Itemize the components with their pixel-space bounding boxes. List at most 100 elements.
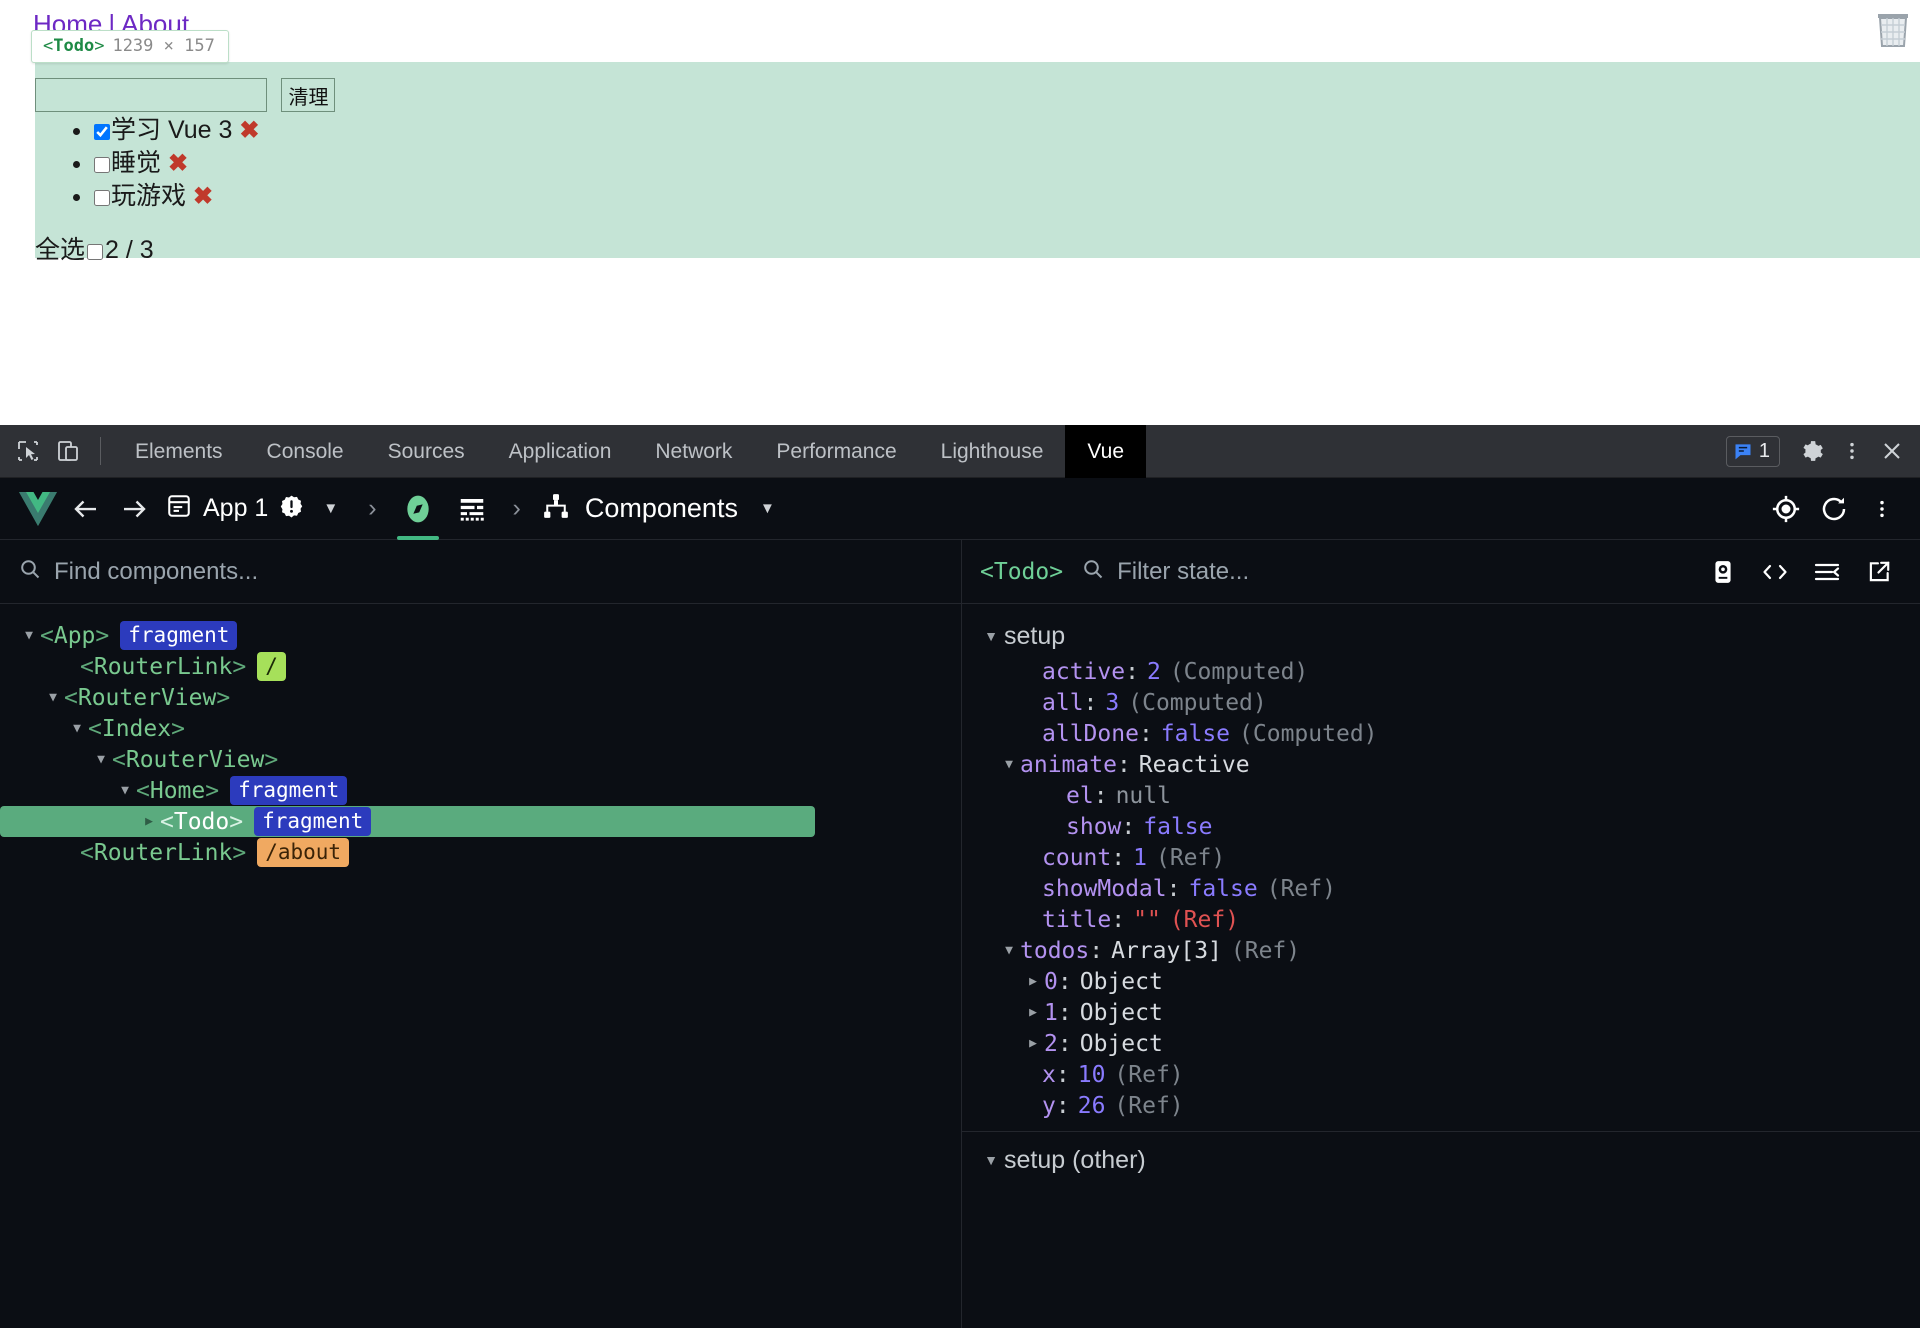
state-row-title[interactable]: ▸ title: "" (Ref) (962, 904, 1920, 935)
todo-list-item[interactable]: 睡觉✖ (94, 147, 259, 180)
toolbar-divider (100, 437, 101, 465)
todo-text-input[interactable] (35, 78, 267, 112)
todo-item-checkbox[interactable] (94, 157, 110, 173)
state-meta: (Computed) (1169, 658, 1309, 685)
tree-node-app[interactable]: ▼ <App> fragment (0, 620, 961, 651)
app-window-icon (166, 493, 192, 524)
view-selector-components[interactable]: Components ▼ (535, 478, 789, 540)
tab-network[interactable]: Network (633, 425, 754, 478)
todo-item-delete-icon[interactable]: ✖ (161, 150, 188, 177)
more-vertical-icon-vue[interactable] (1858, 478, 1906, 540)
state-row-all[interactable]: ▸ all: 3 (Computed) (962, 687, 1920, 718)
state-row-animate[interactable]: ▼ animate: Reactive (962, 749, 1920, 780)
state-row-animate-show[interactable]: ▸ show: false (962, 811, 1920, 842)
device-toolbar-icon[interactable] (48, 431, 88, 471)
todo-item-checkbox[interactable] (94, 124, 110, 140)
timeline-icon[interactable] (445, 478, 499, 540)
compass-icon[interactable] (391, 478, 445, 540)
caret-down-icon[interactable]: ▼ (18, 628, 40, 643)
tab-lighthouse[interactable]: Lighthouse (919, 425, 1066, 478)
refresh-icon[interactable] (1810, 478, 1858, 540)
tree-node-home[interactable]: ▼ <Home> fragment (0, 775, 961, 806)
gear-icon[interactable] (1792, 431, 1832, 471)
tree-node-routerview-1[interactable]: ▼ <RouterView> (0, 682, 961, 713)
state-row-showmodal[interactable]: ▸ showModal: false (Ref) (962, 873, 1920, 904)
todo-clear-button[interactable]: 清理 (281, 78, 336, 112)
todo-item-delete-icon[interactable]: ✖ (186, 183, 213, 210)
tooltip-tag-close: > (94, 36, 105, 56)
state-tree: ▼ setup ▸ active: 2 (Computed) ▸ all: 3 … (962, 604, 1920, 1328)
state-value: 3 (1105, 689, 1120, 716)
caret-down-icon[interactable]: ▼ (90, 752, 112, 767)
state-row-x[interactable]: ▸ x: 10 (Ref) (962, 1059, 1920, 1090)
close-icon[interactable] (1872, 431, 1912, 471)
state-value: 1 (1133, 844, 1147, 871)
arrow-right-icon[interactable] (110, 478, 158, 540)
chrome-devtools-panel: Elements Console Sources Application Net… (0, 424, 1920, 1328)
caret-right-icon[interactable]: ▶ (138, 814, 160, 829)
caret-down-icon[interactable]: ▼ (978, 628, 1004, 644)
todo-list-item[interactable]: 玩游戏✖ (94, 180, 259, 213)
state-row-todos-0[interactable]: ▶ 0: Object (962, 966, 1920, 997)
caret-down-icon[interactable]: ▼ (66, 721, 88, 736)
state-meta: (Ref) (1114, 1061, 1184, 1088)
trash-bin-icon[interactable] (1874, 6, 1912, 48)
chevron-down-icon-view[interactable]: ▼ (752, 500, 783, 517)
select-all-checkbox[interactable] (87, 244, 104, 260)
state-value: 26 (1077, 1092, 1106, 1119)
app-selector[interactable]: App 1 ▼ (158, 478, 354, 540)
tree-node-routerlink-about[interactable]: ▸ <RouterLink> /about (0, 837, 961, 868)
state-filter-bar: <Todo> Filter state... (962, 540, 1920, 604)
state-row-todos-1[interactable]: ▶ 1: Object (962, 997, 1920, 1028)
state-group-setup[interactable]: ▼ setup (962, 616, 1920, 656)
component-search-input[interactable]: Find components... (54, 558, 258, 586)
state-key: title (1042, 906, 1112, 933)
caret-down-icon[interactable]: ▼ (998, 943, 1020, 958)
state-key: el (1066, 782, 1094, 809)
todo-item-checkbox[interactable] (94, 190, 110, 206)
state-row-count[interactable]: ▸ count: 1 (Ref) (962, 842, 1920, 873)
cursor-select-icon[interactable] (8, 431, 48, 471)
open-in-editor-code-icon[interactable] (1758, 555, 1792, 589)
caret-down-icon[interactable]: ▼ (42, 690, 64, 705)
vue-logo-icon (14, 478, 62, 540)
caret-right-icon[interactable]: ▶ (1022, 1005, 1044, 1020)
todo-item-delete-icon[interactable]: ✖ (232, 117, 259, 144)
state-key: show (1066, 813, 1122, 840)
caret-right-icon[interactable]: ▶ (1022, 1036, 1044, 1051)
component-tree-pane: Find components... ▼ <App> fragment ▸ <R… (0, 540, 962, 1328)
caret-right-icon[interactable]: ▶ (1022, 974, 1044, 989)
state-filter-input[interactable]: Filter state... (1117, 558, 1249, 586)
state-value: null (1115, 782, 1171, 809)
tab-console[interactable]: Console (245, 425, 366, 478)
tab-elements[interactable]: Elements (113, 425, 245, 478)
open-external-icon[interactable] (1862, 555, 1896, 589)
tab-vue[interactable]: Vue (1065, 424, 1146, 478)
tree-node-routerlink-root[interactable]: ▸ <RouterLink> / (0, 651, 961, 682)
chevron-down-icon[interactable]: ▼ (315, 500, 346, 517)
tree-node-index[interactable]: ▼ <Index> (0, 713, 961, 744)
state-group-setup-other[interactable]: ▼ setup (other) (962, 1140, 1920, 1180)
tab-sources[interactable]: Sources (366, 425, 487, 478)
state-value: 2 (1146, 658, 1161, 685)
tree-node-todo-selected[interactable]: ▶ <Todo> fragment (0, 806, 815, 837)
arrow-left-icon[interactable] (62, 478, 110, 540)
tab-application[interactable]: Application (487, 425, 634, 478)
state-row-todos[interactable]: ▼ todos: Array[3] (Ref) (962, 935, 1920, 966)
state-row-todos-2[interactable]: ▶ 2: Object (962, 1028, 1920, 1059)
caret-down-icon[interactable]: ▼ (998, 757, 1020, 772)
caret-down-icon[interactable]: ▼ (114, 783, 136, 798)
state-row-active[interactable]: ▸ active: 2 (Computed) (962, 656, 1920, 687)
crosshair-target-icon[interactable] (1762, 478, 1810, 540)
more-vertical-icon[interactable] (1832, 431, 1872, 471)
message-count-badge[interactable]: 1 (1725, 435, 1780, 467)
todo-list-item[interactable]: 学习 Vue 3✖ (94, 114, 259, 147)
collapse-all-icon[interactable] (1810, 555, 1844, 589)
caret-down-icon[interactable]: ▼ (978, 1152, 1004, 1168)
state-row-animate-el[interactable]: ▸ el: null (962, 780, 1920, 811)
tab-performance[interactable]: Performance (754, 425, 918, 478)
tree-node-routerview-2[interactable]: ▼ <RouterView> (0, 744, 961, 775)
state-row-y[interactable]: ▸ y: 26 (Ref) (962, 1090, 1920, 1121)
state-row-alldone[interactable]: ▸ allDone: false (Computed) (962, 718, 1920, 749)
inspect-dom-icon[interactable] (1706, 555, 1740, 589)
